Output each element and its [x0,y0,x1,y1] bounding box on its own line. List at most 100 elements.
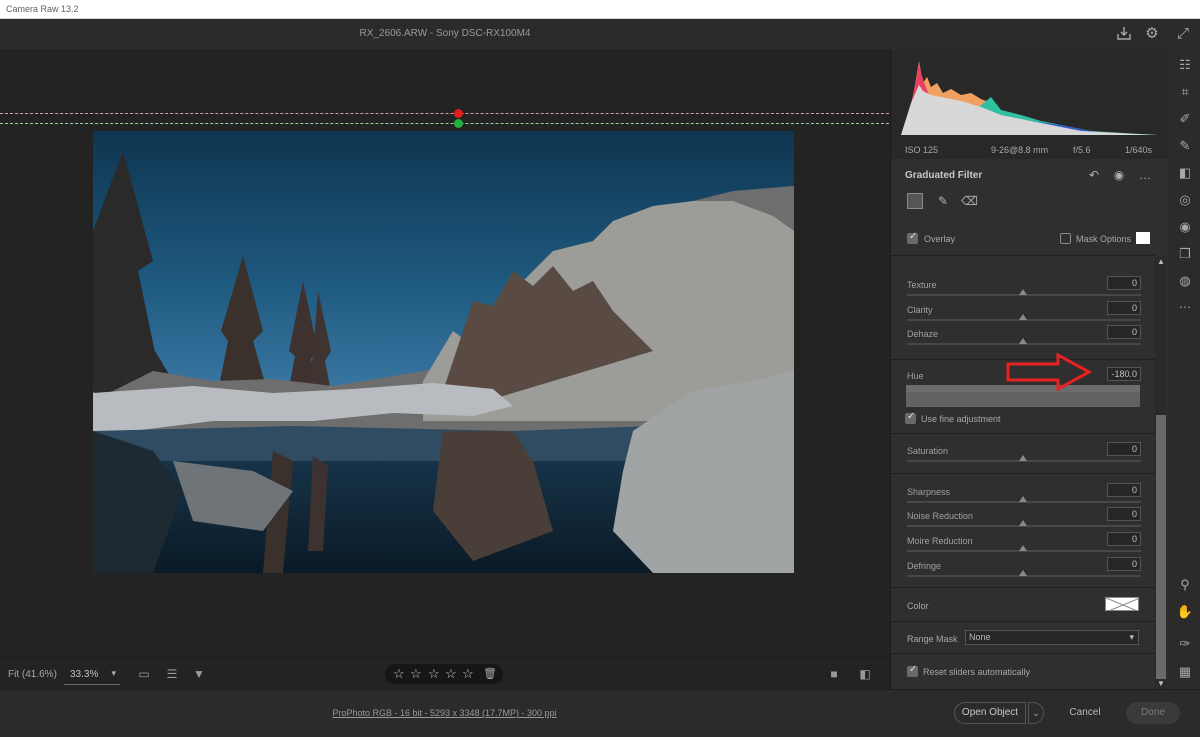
saturation-slider[interactable]: Saturation 0 [905,442,1141,470]
star-2[interactable]: ☆ [410,666,422,682]
clarity-label: Clarity [907,305,933,315]
texture-thumb[interactable] [1019,289,1027,295]
more-icon[interactable]: … [1176,295,1194,313]
moire-reduction-value[interactable]: 0 [1107,532,1141,546]
texture-slider[interactable]: Texture 0 [905,276,1141,304]
gradient-end-pin[interactable] [454,119,463,128]
gradient-new-icon[interactable] [907,193,923,209]
brush-icon[interactable]: ✎ [1176,137,1194,155]
moire-reduction-label: Moire Reduction [907,536,973,546]
dehaze-value[interactable]: 0 [1107,325,1141,339]
clarity-thumb[interactable] [1019,314,1027,320]
snapshots-icon[interactable]: ❐ [1176,245,1194,263]
scroll-up-icon[interactable]: ▲ [1155,257,1167,267]
dehaze-label: Dehaze [907,329,939,339]
filter-icon[interactable]: ▼ [190,666,208,682]
sharpness-value[interactable]: 0 [1107,483,1141,497]
range-mask-value: None [969,632,991,642]
open-object-button[interactable]: Open Object [954,702,1026,724]
moire-reduction-thumb[interactable] [1019,545,1027,551]
healing-icon[interactable]: ✐ [1176,110,1194,128]
hand-icon[interactable]: ✋ [1176,603,1194,621]
scroll-down-icon[interactable]: ▼ [1155,679,1167,689]
star-1[interactable]: ☆ [393,666,405,682]
overlay-checkbox[interactable] [907,231,918,244]
divider [891,587,1155,588]
cancel-button[interactable]: Cancel [1060,702,1110,724]
texture-value[interactable]: 0 [1107,276,1141,290]
mask-color-swatch[interactable] [1136,232,1150,244]
noise-reduction-value[interactable]: 0 [1107,507,1141,521]
trash-icon[interactable]: 🗑 [483,667,497,680]
panel-scrollbar[interactable]: ▲ ▼ [1155,257,1167,689]
grid-icon[interactable]: ▦ [1176,663,1194,681]
eraser-icon[interactable]: ⌫ [961,193,978,209]
star-3[interactable]: ☆ [428,666,440,682]
range-mask-label: Range Mask [907,634,958,644]
redeye-icon[interactable]: ◉ [1176,218,1194,236]
presets-icon[interactable]: ◍ [1176,272,1194,290]
reset-icon[interactable]: ↶ [1086,167,1102,183]
fit-zoom-label[interactable]: Fit (41.6%) [8,669,57,680]
zoom-icon[interactable]: ⚲ [1176,576,1194,594]
done-button[interactable]: Done [1126,702,1180,724]
save-icon[interactable] [1115,25,1133,43]
defringe-slider[interactable]: Defringe 0 [905,557,1141,585]
toggle-overlay-icon[interactable]: ■ [825,666,843,682]
saturation-thumb[interactable] [1019,455,1027,461]
hue-value[interactable]: -180.0 [1107,367,1141,381]
defringe-thumb[interactable] [1019,570,1027,576]
star-rating[interactable]: ☆ ☆ ☆ ☆ ☆ 🗑 [385,664,503,684]
hue-label: Hue [907,371,924,381]
color-sampler-icon[interactable]: ✑ [1176,635,1194,653]
before-after-icon[interactable]: ◧ [856,666,874,682]
sharpness-thumb[interactable] [1019,496,1027,502]
gear-icon[interactable]: ⚙ [1143,25,1161,43]
use-fine-checkbox[interactable] [905,411,916,424]
moire-reduction-slider[interactable]: Moire Reduction 0 [905,532,1141,560]
dehaze-slider[interactable]: Dehaze 0 [905,325,1141,353]
radial-filter-icon[interactable]: ◎ [1176,191,1194,209]
sharpness-slider[interactable]: Sharpness 0 [905,483,1141,511]
noise-reduction-thumb[interactable] [1019,520,1027,526]
brush-icon[interactable]: ✎ [935,193,951,209]
divider [891,433,1155,434]
scroll-thumb[interactable] [1156,415,1166,679]
saturation-value[interactable]: 0 [1107,442,1141,456]
zoom-value: 33.3% [70,669,99,680]
crop-icon[interactable]: ⌗ [1176,83,1194,101]
gradient-start-line[interactable] [0,113,889,114]
star-4[interactable]: ☆ [445,666,457,682]
use-fine-label: Use fine adjustment [921,414,1001,424]
gradient-start-pin[interactable] [454,109,463,118]
divider [891,621,1155,622]
gradient-end-line[interactable] [0,123,889,124]
open-options-dropdown[interactable]: ⌄ [1028,702,1044,724]
more-options-icon[interactable]: … [1137,167,1153,183]
clarity-slider[interactable]: Clarity 0 [905,301,1141,329]
mask-options-label: Mask Options [1076,234,1132,244]
sort-icon[interactable]: ☰ [163,666,181,682]
divider [891,473,1155,474]
clarity-value[interactable]: 0 [1107,301,1141,315]
app-title: Camera Raw 13.2 [6,4,79,14]
zoom-select[interactable]: 33.3% ▾ [64,663,120,685]
workflow-options-link[interactable]: ProPhoto RGB - 16 bit - 5293 x 3348 (17.… [0,708,889,718]
reset-sliders-label: Reset sliders automatically [923,667,1031,677]
expand-icon[interactable]: ⤢ [1174,25,1192,43]
sliders-icon[interactable]: ☷ [1176,56,1194,74]
range-mask-select[interactable]: None ▾ [965,630,1139,645]
color-swatch[interactable] [1105,597,1139,611]
mask-options-checkbox[interactable] [1060,233,1071,244]
iso-value: ISO 125 [905,145,939,155]
defringe-value[interactable]: 0 [1107,557,1141,571]
noise-reduction-slider[interactable]: Noise Reduction 0 [905,507,1141,535]
graduated-filter-icon[interactable]: ◧ [1176,164,1194,182]
image-canvas[interactable] [0,49,889,657]
defringe-label: Defringe [907,561,942,571]
filmstrip-icon[interactable]: ▭ [135,666,153,682]
star-5[interactable]: ☆ [462,666,474,682]
dehaze-thumb[interactable] [1019,338,1027,344]
reset-sliders-checkbox[interactable] [907,664,918,677]
eye-icon[interactable]: ◉ [1111,167,1127,183]
